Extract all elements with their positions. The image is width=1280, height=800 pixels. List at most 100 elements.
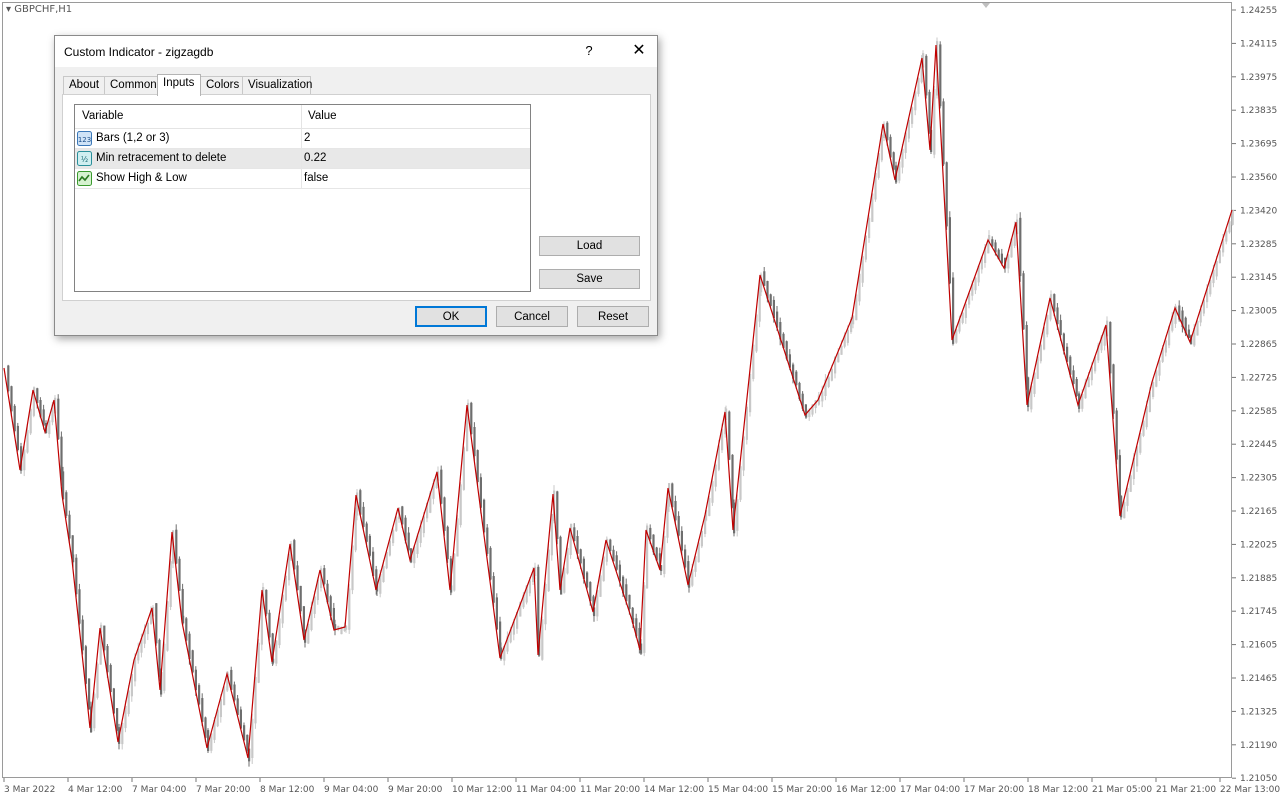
candle-body (1196, 320, 1199, 336)
dialog-title: Custom Indicator - zigzagdb (64, 45, 214, 59)
candle-body (1087, 377, 1090, 388)
time-tick-label: 3 Mar 2022 (4, 785, 55, 795)
candle-body (579, 549, 582, 564)
svg-text:123: 123 (78, 136, 91, 144)
time-tick-label: 7 Mar 04:00 (132, 785, 187, 795)
input-row-show-high-low[interactable]: Show High & Low false (75, 169, 530, 189)
candle-body (88, 678, 91, 710)
candle-body (680, 530, 683, 551)
candle-body (169, 561, 172, 607)
price-tick-label: 1.23005 (1240, 307, 1277, 317)
candle-body (1053, 294, 1056, 312)
svg-text:½: ½ (81, 155, 88, 164)
time-tick-label: 10 Mar 12:00 (452, 785, 512, 795)
tab-visualization[interactable]: Visualization (242, 76, 312, 94)
price-tick-label: 1.21325 (1240, 707, 1277, 717)
double-icon: ½ (77, 151, 92, 166)
candle-body (473, 426, 476, 457)
chart-symbol: GBPCHF,H1 (14, 4, 73, 15)
candle-body (586, 572, 589, 588)
candle-body (615, 555, 618, 570)
input-name: Bars (1,2 or 3) (96, 132, 170, 144)
candle-body (265, 589, 268, 615)
candle-body (827, 376, 830, 387)
price-tick-label: 1.22725 (1240, 373, 1277, 383)
input-row-min-retracement[interactable]: ½ Min retracement to delete 0.22 (75, 149, 530, 169)
time-tick-label: 9 Mar 04:00 (324, 785, 379, 795)
price-tick-label: 1.23285 (1240, 240, 1277, 250)
input-value[interactable]: 2 (304, 132, 310, 144)
candle-body (268, 612, 271, 638)
candle-body (1075, 379, 1078, 396)
candle-body (663, 535, 666, 575)
price-tick-label: 1.21465 (1240, 674, 1277, 684)
tab-colors[interactable]: Colors (200, 76, 243, 94)
candle-body (830, 368, 833, 381)
candle-body (708, 497, 711, 516)
candle-body (1019, 217, 1022, 277)
candle-body (65, 492, 68, 516)
candle-body (1112, 364, 1115, 414)
tab-inputs[interactable]: Inputs (157, 74, 201, 96)
candle-body (541, 619, 544, 660)
candle-body (643, 585, 646, 653)
candle-body (26, 430, 29, 453)
candle-body (96, 663, 99, 698)
close-icon[interactable]: ✕ (621, 36, 657, 66)
price-tick-label: 1.22585 (1240, 407, 1277, 417)
candle-body (1129, 475, 1132, 492)
candle-body (1059, 320, 1062, 336)
price-tick-label: 1.24255 (1240, 6, 1277, 16)
candle-body (736, 499, 739, 531)
candle-body (459, 484, 462, 526)
help-button[interactable]: ? (577, 39, 601, 63)
inputs-grid[interactable]: Variable Value 123 Bars (1,2 or 3) 2 ½ M… (74, 104, 531, 292)
cancel-button[interactable]: Cancel (496, 306, 568, 327)
candle-body (948, 217, 951, 284)
price-tick-label: 1.22165 (1240, 507, 1277, 517)
candle-body (731, 454, 734, 508)
column-variable[interactable]: Variable (82, 110, 123, 122)
candle-body (1072, 370, 1075, 384)
candle-body (974, 277, 977, 291)
candle-body (942, 101, 945, 165)
candle-body (1123, 501, 1126, 519)
dialog-titlebar[interactable]: Custom Indicator - zigzagdb ? ✕ (55, 36, 657, 67)
price-tick-label: 1.23695 (1240, 140, 1277, 150)
input-row-bars[interactable]: 123 Bars (1,2 or 3) 2 (75, 129, 530, 149)
save-button[interactable]: Save (539, 269, 640, 289)
candle-body (917, 78, 920, 95)
reset-button[interactable]: Reset (577, 306, 649, 327)
candle-body (155, 603, 158, 644)
price-tick-label: 1.22025 (1240, 540, 1277, 550)
candle-body (23, 449, 26, 471)
price-tick-label: 1.22445 (1240, 440, 1277, 450)
candle-body (945, 162, 948, 227)
time-tick-label: 11 Mar 04:00 (516, 785, 576, 795)
column-value[interactable]: Value (308, 110, 337, 122)
price-tick-label: 1.22305 (1240, 474, 1277, 484)
input-value[interactable]: false (304, 172, 328, 184)
candle-body (365, 523, 368, 542)
chart-menu-triangle-icon[interactable]: ▾ (6, 4, 11, 15)
candle-body (1215, 261, 1218, 277)
time-tick-label: 21 Mar 05:00 (1092, 785, 1152, 795)
candle-body (928, 91, 931, 133)
candle-body (1126, 487, 1129, 506)
candle-body (964, 303, 967, 318)
time-tick-label: 7 Mar 20:00 (196, 785, 251, 795)
tab-common[interactable]: Common (104, 76, 158, 94)
chart-symbol-label: ▾ GBPCHF,H1 (6, 4, 72, 15)
input-value[interactable]: 0.22 (304, 152, 326, 164)
ok-button[interactable]: OK (415, 306, 487, 327)
candle-body (456, 518, 459, 557)
tab-about[interactable]: About (63, 76, 105, 94)
candle-body (868, 217, 871, 239)
candle-body (861, 256, 864, 283)
price-tick-label: 1.23560 (1240, 173, 1277, 183)
candle-body (892, 152, 895, 170)
load-button[interactable]: Load (539, 236, 640, 256)
time-tick-label: 14 Mar 12:00 (644, 785, 704, 795)
candle-body (407, 532, 410, 551)
candle-body (1039, 344, 1042, 362)
